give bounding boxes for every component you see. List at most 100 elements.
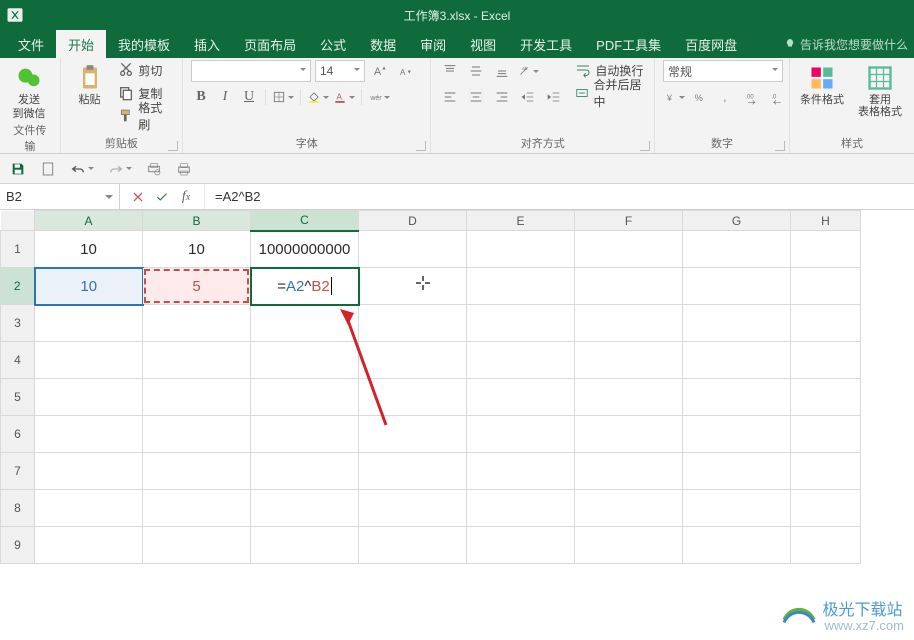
name-box[interactable]: B2 xyxy=(0,184,120,209)
align-bottom-button[interactable] xyxy=(491,61,513,81)
col-header-G[interactable]: G xyxy=(683,211,791,231)
cell[interactable] xyxy=(143,379,251,416)
decrease-indent-button[interactable] xyxy=(517,87,539,107)
comma-button[interactable]: , xyxy=(715,87,737,107)
cell[interactable] xyxy=(683,342,791,379)
cell[interactable] xyxy=(575,379,683,416)
new-button[interactable] xyxy=(40,161,56,177)
cell[interactable] xyxy=(683,453,791,490)
col-header-E[interactable]: E xyxy=(467,211,575,231)
print-button[interactable] xyxy=(176,161,192,177)
cell[interactable] xyxy=(359,305,467,342)
align-left-button[interactable] xyxy=(439,87,461,107)
tab-developer[interactable]: 开发工具 xyxy=(508,30,584,58)
cell[interactable] xyxy=(791,490,861,527)
accounting-format-button[interactable]: ￥ xyxy=(663,87,685,107)
cell-F1[interactable] xyxy=(575,231,683,268)
cell[interactable] xyxy=(467,453,575,490)
dialog-launcher-icon[interactable] xyxy=(168,141,178,151)
cell[interactable] xyxy=(683,416,791,453)
cell[interactable] xyxy=(575,453,683,490)
tab-home[interactable]: 开始 xyxy=(56,30,106,58)
col-header-D[interactable]: D xyxy=(359,211,467,231)
cell[interactable] xyxy=(791,342,861,379)
borders-button[interactable] xyxy=(272,87,294,107)
cell-E2[interactable] xyxy=(467,268,575,305)
decrease-decimal-button[interactable]: .0 xyxy=(767,87,789,107)
tell-me-search[interactable]: 告诉我您想要做什么 xyxy=(784,30,914,58)
insert-function-button[interactable]: fx xyxy=(174,185,198,209)
cell[interactable] xyxy=(683,305,791,342)
cell[interactable] xyxy=(35,416,143,453)
format-painter-button[interactable]: 格式刷 xyxy=(118,106,174,126)
tab-view[interactable]: 视图 xyxy=(458,30,508,58)
fill-color-button[interactable] xyxy=(307,87,329,107)
cell[interactable] xyxy=(143,416,251,453)
phonetic-button[interactable]: wén xyxy=(368,87,390,107)
cell[interactable] xyxy=(35,527,143,564)
cancel-formula-button[interactable] xyxy=(126,185,150,209)
tab-review[interactable]: 审阅 xyxy=(408,30,458,58)
print-preview-button[interactable] xyxy=(146,161,162,177)
cell[interactable] xyxy=(251,527,359,564)
row-header-1[interactable]: 1 xyxy=(1,231,35,268)
grid[interactable]: A B C D E F G H 1 10 10 10000000000 2 10… xyxy=(0,210,861,564)
percent-button[interactable]: % xyxy=(689,87,711,107)
cell[interactable] xyxy=(683,490,791,527)
cell[interactable] xyxy=(467,305,575,342)
row-header-3[interactable]: 3 xyxy=(1,305,35,342)
cell-H1[interactable] xyxy=(791,231,861,268)
cell[interactable] xyxy=(35,342,143,379)
cell[interactable] xyxy=(575,527,683,564)
cell[interactable] xyxy=(143,453,251,490)
col-header-B[interactable]: B xyxy=(143,211,251,231)
cell[interactable] xyxy=(575,342,683,379)
col-header-C[interactable]: C xyxy=(251,211,359,231)
cell[interactable] xyxy=(791,379,861,416)
tab-file[interactable]: 文件 xyxy=(6,30,56,58)
tab-baidu-netdisk[interactable]: 百度网盘 xyxy=(673,30,749,58)
cell[interactable] xyxy=(35,379,143,416)
cell-A1[interactable]: 10 xyxy=(35,231,143,268)
formula-input[interactable]: =A2^B2 xyxy=(205,184,914,209)
cell-G1[interactable] xyxy=(683,231,791,268)
col-header-H[interactable]: H xyxy=(791,211,861,231)
undo-button[interactable] xyxy=(70,161,94,177)
tab-insert[interactable]: 插入 xyxy=(182,30,232,58)
conditional-format-button[interactable]: 条件格式 xyxy=(798,60,846,106)
redo-button[interactable] xyxy=(108,161,132,177)
cell[interactable] xyxy=(359,490,467,527)
cell-H2[interactable] xyxy=(791,268,861,305)
cell[interactable] xyxy=(791,453,861,490)
cell[interactable] xyxy=(143,490,251,527)
row-header-5[interactable]: 5 xyxy=(1,379,35,416)
merge-center-button[interactable]: 合并后居中 xyxy=(575,83,646,103)
cell[interactable] xyxy=(35,305,143,342)
dialog-launcher-icon[interactable] xyxy=(775,141,785,151)
cell[interactable] xyxy=(575,416,683,453)
row-header-9[interactable]: 9 xyxy=(1,527,35,564)
cell[interactable] xyxy=(359,379,467,416)
row-header-2[interactable]: 2 xyxy=(1,268,35,305)
cell[interactable] xyxy=(251,379,359,416)
cell[interactable] xyxy=(791,305,861,342)
number-format-dropdown[interactable]: 常规 xyxy=(663,60,783,82)
cell[interactable] xyxy=(143,305,251,342)
grow-font-button[interactable]: A▲ xyxy=(369,61,391,81)
cell[interactable] xyxy=(467,342,575,379)
cell[interactable] xyxy=(143,342,251,379)
cell[interactable] xyxy=(251,416,359,453)
cell-C2[interactable]: =A2^B2 xyxy=(251,268,359,305)
col-header-F[interactable]: F xyxy=(575,211,683,231)
align-middle-button[interactable] xyxy=(465,61,487,81)
tab-my-templates[interactable]: 我的模板 xyxy=(106,30,182,58)
cell[interactable] xyxy=(251,342,359,379)
save-button[interactable] xyxy=(10,161,26,177)
cell-G2[interactable] xyxy=(683,268,791,305)
cell[interactable] xyxy=(467,416,575,453)
row-header-8[interactable]: 8 xyxy=(1,490,35,527)
cell[interactable] xyxy=(359,527,467,564)
cell[interactable] xyxy=(467,527,575,564)
cell[interactable] xyxy=(359,453,467,490)
italic-button[interactable]: I xyxy=(215,89,235,105)
